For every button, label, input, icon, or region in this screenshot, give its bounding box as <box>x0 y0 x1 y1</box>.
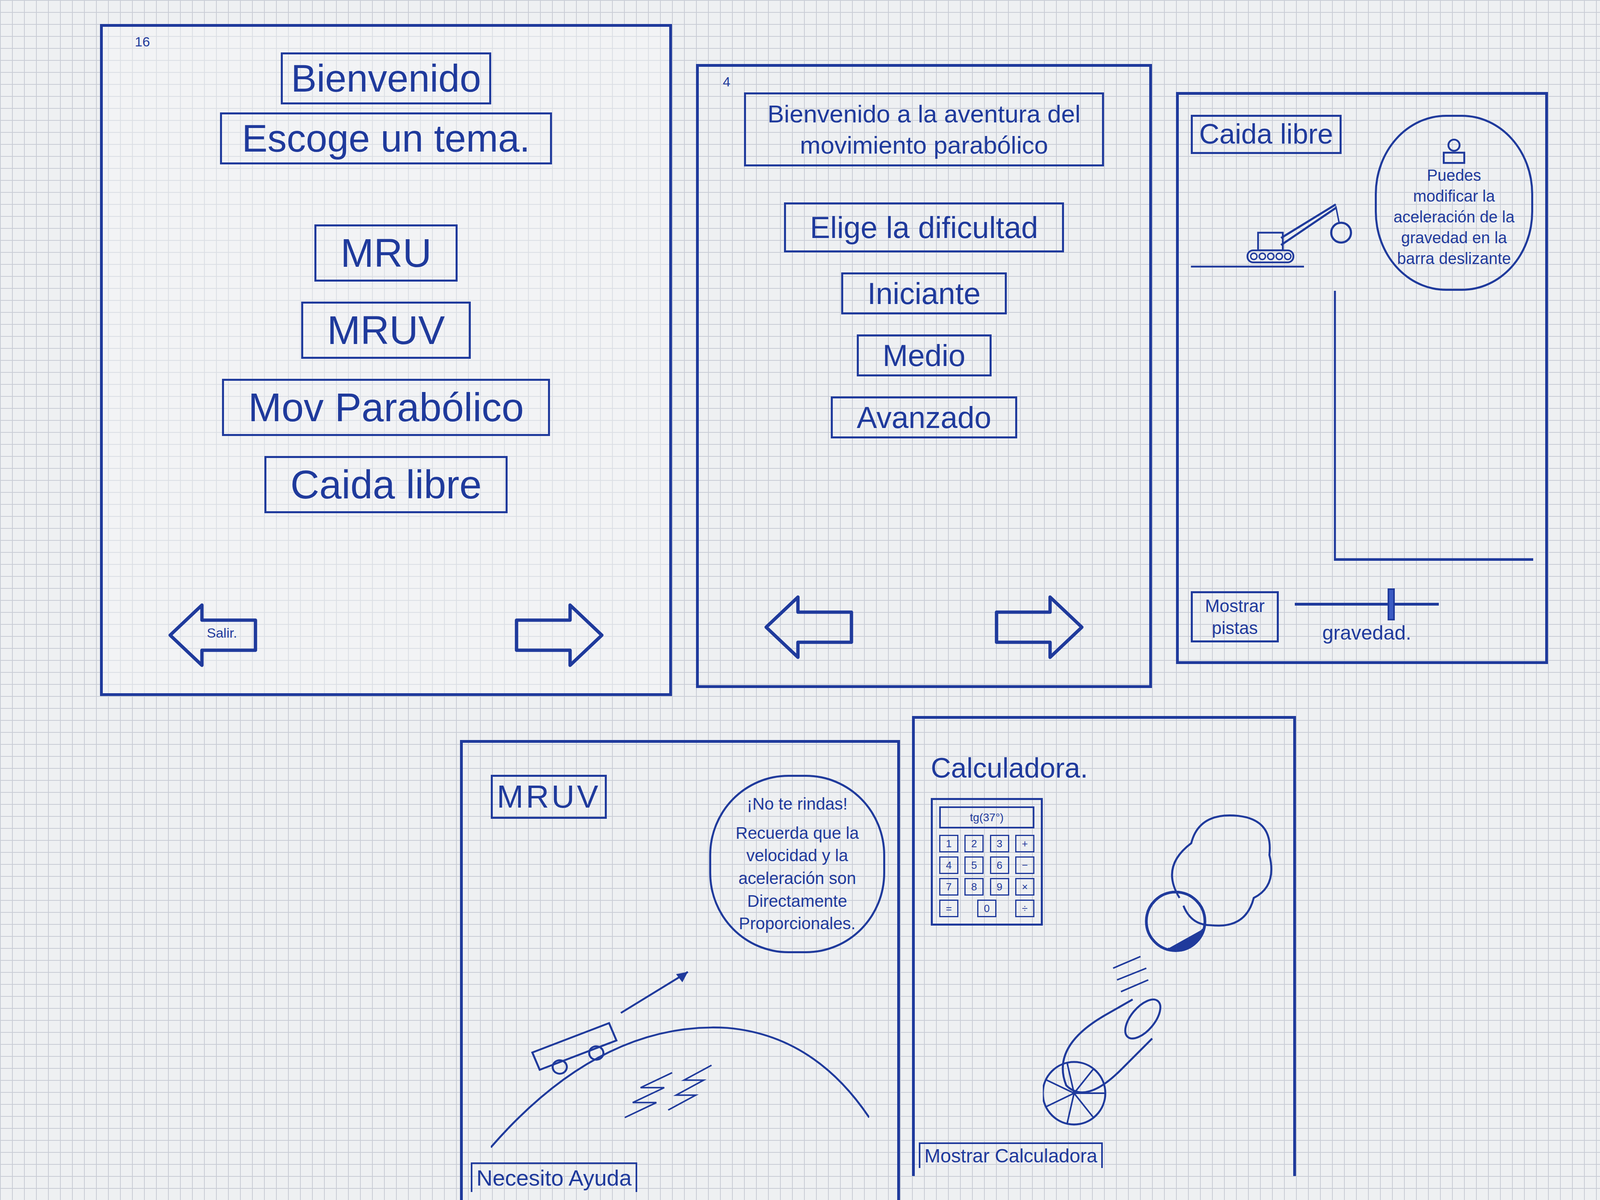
page-number: 4 <box>722 74 1126 89</box>
calculator-display: tg(37°) <box>939 806 1035 829</box>
cannon-icon <box>1042 786 1278 1143</box>
top-row: 16 Bienvenido Escoge un tema. MRU MRUV Mov Pa… <box>100 24 1600 724</box>
navigation: Salir. <box>134 601 638 670</box>
calculator-key[interactable]: 5 <box>964 856 984 874</box>
calculator-key[interactable]: = <box>939 899 959 918</box>
calculator-key[interactable]: 2 <box>964 834 984 853</box>
adventure-title: Bienvenido a la aventura del movimiento … <box>744 92 1104 167</box>
exit-button[interactable]: Salir. <box>166 601 259 670</box>
calculator-key[interactable]: × <box>1015 878 1035 896</box>
difficulty-screen: 4 Bienvenido a la aventura del movimiento… <box>696 64 1152 688</box>
calculator-key[interactable]: 7 <box>939 878 959 896</box>
encouragement-bubble: ¡No te rindas! Recuerda que la velocidad … <box>709 774 886 954</box>
topic-button[interactable]: Mov Parabólico <box>222 378 550 436</box>
key-row: 123 + <box>939 834 1035 853</box>
crane-icon <box>1190 162 1375 268</box>
difficulty-button[interactable]: Medio <box>856 334 992 377</box>
calculator-key[interactable]: 3 <box>990 834 1010 853</box>
right-arrow-icon <box>993 593 1086 662</box>
truck-on-hill-icon <box>490 953 870 1163</box>
topic-button[interactable]: MRUV <box>301 301 471 359</box>
tip-bubble: Puedes modificar la aceleración de la gr… <box>1374 114 1534 291</box>
screen-title[interactable]: MRUV <box>490 774 607 819</box>
left-arrow-icon <box>762 593 855 662</box>
slider-thumb[interactable] <box>1387 588 1395 621</box>
calculator-key[interactable]: 1 <box>939 834 959 853</box>
difficulty-button[interactable]: Avanzado <box>830 396 1018 439</box>
back-button[interactable] <box>762 593 855 662</box>
tip-text: Puedes modificar la aceleración de la gr… <box>1393 166 1515 268</box>
calculator-key[interactable]: 0 <box>977 899 997 918</box>
calculator-key[interactable]: + <box>1015 834 1035 853</box>
calculator-widget[interactable]: tg(37°) 123 +456− 789 × = 0 ÷ <box>930 798 1043 926</box>
calculator-key[interactable]: ÷ <box>1015 899 1035 918</box>
wireframe-sheet: 16BienvenidoEscoge un tema.MRUMRUVMov Pa… <box>0 0 1600 1200</box>
tip-heading: ¡No te rindas! <box>727 792 868 816</box>
calculator-key[interactable]: 9 <box>990 878 1010 896</box>
topic-button[interactable]: MRU <box>314 224 458 282</box>
calculator-key[interactable]: 4 <box>939 856 959 874</box>
difficulty-prompt[interactable]: Elige la dificultad <box>784 202 1064 253</box>
slider-label: gravedad. <box>1322 620 1412 646</box>
key-row: 789 × <box>939 878 1035 896</box>
key-row: 456− <box>939 856 1035 874</box>
exit-label: Salir. <box>206 626 238 640</box>
calculator-screen: Calculadora. tg(37°) 123 +456− 789 × = 0 ÷ Mostra… <box>912 716 1296 1176</box>
tip-text: Recuerda que la velocidad y la aceleraci… <box>727 822 868 936</box>
page-number: 16 <box>134 34 638 49</box>
bottom-row: MRUV ¡No te rindas! Recuerda que la veloci… <box>460 740 1600 1200</box>
right-arrow-icon <box>513 601 606 670</box>
screen-title: Calculadora. <box>930 750 1278 786</box>
free-fall-screen: Caida libre Puedes modificar la aceleraci… <box>1176 92 1548 664</box>
gravity-slider[interactable] <box>1294 588 1439 621</box>
calculator-key[interactable]: 6 <box>990 856 1010 874</box>
help-button[interactable]: Necesito Ayuda <box>470 1162 638 1192</box>
topic-button[interactable]: Caida libre <box>264 456 508 514</box>
cliff-icon <box>1190 290 1534 581</box>
mruv-screen: MRUV ¡No te rindas! Recuerda que la veloci… <box>460 740 900 1200</box>
next-button[interactable] <box>993 593 1086 662</box>
difficulty-button[interactable]: Iniciante <box>841 272 1007 315</box>
key-row: = 0 ÷ <box>939 899 1035 918</box>
topic-menu-screen: 16 Bienvenido Escoge un tema. MRU MRUV Mov Pa… <box>100 24 672 696</box>
show-calculator-button[interactable]: Mostrar Calculadora <box>918 1142 1103 1168</box>
calculator-key[interactable]: 8 <box>964 878 984 896</box>
welcome-title[interactable]: Bienvenido <box>280 52 491 105</box>
screen-title[interactable]: Caida libre <box>1190 114 1342 154</box>
topic-list: MRU MRUV Mov Parabólico Caida libre <box>134 224 638 602</box>
person-icon <box>1440 136 1468 165</box>
calculator-key[interactable]: − <box>1015 856 1035 874</box>
navigation <box>722 593 1126 662</box>
next-button[interactable] <box>513 601 606 670</box>
choose-topic-title[interactable]: Escoge un tema. <box>220 112 552 165</box>
show-hints-button[interactable]: Mostrar pistas <box>1190 591 1279 643</box>
